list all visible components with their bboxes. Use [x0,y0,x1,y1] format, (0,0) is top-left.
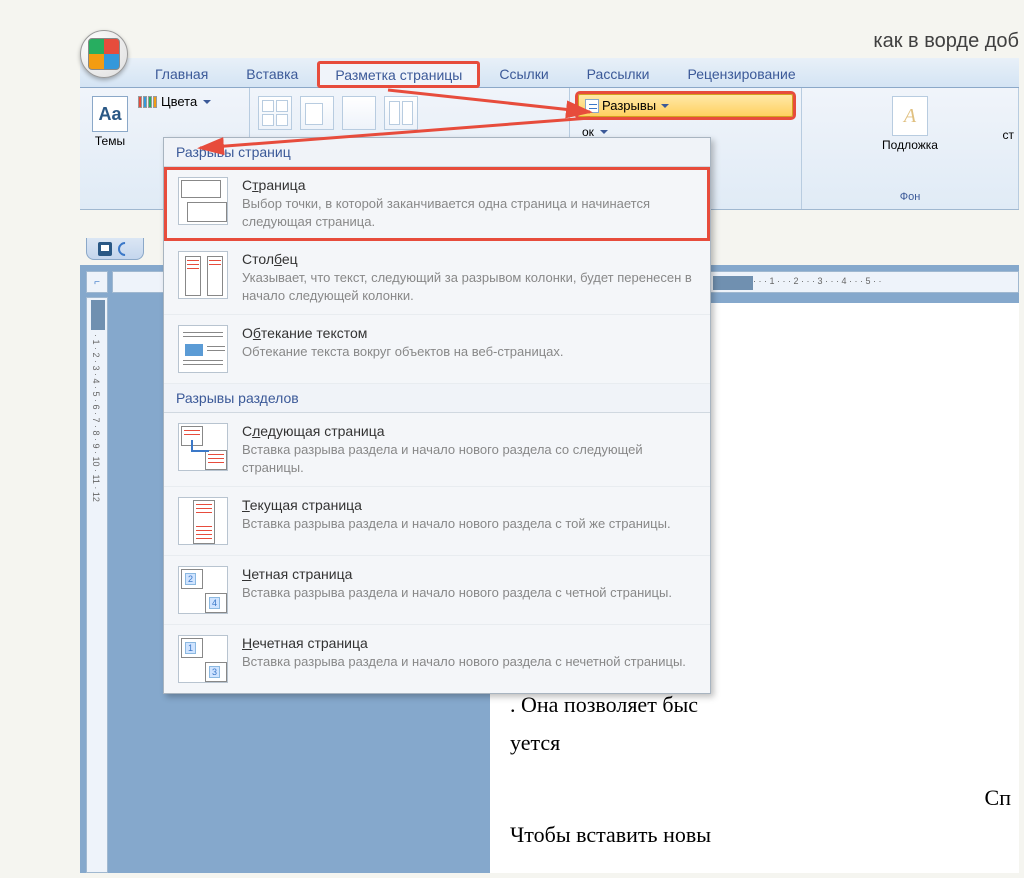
window-title: как в ворде доб [873,30,1019,53]
themes-icon: Aa [92,96,128,132]
watermark-label: Подложка [882,138,938,152]
tab-references[interactable]: Ссылки [480,59,567,87]
orientation-icon[interactable] [300,96,334,130]
breaks-dropdown-menu: Разрывы страниц Страница Выбор точки, в … [163,137,711,694]
breaks-dropdown-button[interactable]: Разрывы [578,94,793,117]
menu-item-title: Четная страница [242,566,696,582]
colors-dropdown[interactable]: Цвета [138,94,211,109]
menu-item-title: Текущая страница [242,497,696,513]
menu-item-text-wrapping[interactable]: Обтекание текстом Обтекание текста вокру… [164,315,710,384]
tab-review[interactable]: Рецензирование [669,59,815,87]
menu-item-odd-page[interactable]: 13 Нечетная страница Вставка разрыва раз… [164,625,710,693]
page-break-icon [585,99,599,113]
ruler-vertical[interactable]: · 1 · 2 · 3 · 4 · 5 · 6 · 7 · 8 · 9 · 10… [86,297,108,873]
colors-label: Цвета [161,94,197,109]
color-swatch-icon [138,96,157,108]
menu-item-title: Нечетная страница [242,635,696,651]
continuous-icon [178,497,228,545]
ruler-corner[interactable]: ⌐ [86,271,108,293]
save-icon[interactable] [98,242,112,256]
quick-access-toolbar [86,238,144,260]
watermark-icon: A [892,96,928,136]
chevron-down-icon [600,130,608,134]
watermark-button[interactable]: A Подложка [810,92,1010,156]
menu-item-title: Обтекание текстом [242,325,696,341]
section-header-section-breaks: Разрывы разделов [164,384,710,413]
chevron-down-icon [661,104,669,108]
tab-page-layout[interactable]: Разметка страницы [317,61,480,88]
menu-item-desc: Вставка разрыва раздела и начало нового … [242,441,696,476]
tab-home[interactable]: Главная [136,59,227,87]
undo-icon[interactable] [115,239,135,259]
margins-icon[interactable] [258,96,292,130]
size-icon[interactable] [342,96,376,130]
menu-item-desc: Вставка разрыва раздела и начало нового … [242,515,696,533]
breaks-label: Разрывы [602,98,656,113]
office-button[interactable] [80,30,128,78]
office-logo-icon [88,38,120,70]
menu-item-even-page[interactable]: 24 Четная страница Вставка разрыва разде… [164,556,710,625]
truncated-label-2: ст [1003,128,1015,142]
menu-item-desc: Указывает, что текст, следующий за разры… [242,269,696,304]
chevron-down-icon [203,100,211,104]
menu-item-desc: Обтекание текста вокруг объектов на веб-… [242,343,696,361]
even-page-icon: 24 [178,566,228,614]
menu-item-desc: Выбор точки, в которой заканчивается одн… [242,195,696,230]
next-page-icon [178,423,228,471]
menu-item-desc: Вставка разрыва раздела и начало нового … [242,653,696,671]
menu-item-desc: Вставка разрыва раздела и начало нового … [242,584,696,602]
odd-page-icon: 13 [178,635,228,683]
doc-line: Сп [510,779,1019,816]
tab-insert[interactable]: Вставка [227,59,317,87]
themes-label: Темы [95,134,125,148]
page-break-icon [178,177,228,225]
menu-item-next-page[interactable]: Следующая страница Вставка разрыва разде… [164,413,710,487]
menu-item-title: Столбец [242,251,696,267]
doc-line: Чтобы вставить новы [510,816,1019,853]
group-background: A Подложка ст Фон [802,88,1019,209]
tab-mailings[interactable]: Рассылки [568,59,669,87]
menu-item-title: Страница [242,177,696,193]
ribbon-tabs: Главная Вставка Разметка страницы Ссылки… [80,58,1019,88]
menu-item-title: Следующая страница [242,423,696,439]
doc-line: уется [510,724,1019,761]
section-header-page-breaks: Разрывы страниц [164,138,710,167]
menu-item-page[interactable]: Страница Выбор точки, в которой заканчив… [164,167,710,241]
menu-item-column[interactable]: Столбец Указывает, что текст, следующий … [164,241,710,315]
columns-icon[interactable] [384,96,418,130]
menu-item-continuous[interactable]: Текущая страница Вставка разрыва раздела… [164,487,710,556]
themes-button[interactable]: Aa Темы [88,92,132,152]
text-wrap-icon [178,325,228,373]
column-break-icon [178,251,228,299]
group-label-background: Фон [810,191,1010,205]
